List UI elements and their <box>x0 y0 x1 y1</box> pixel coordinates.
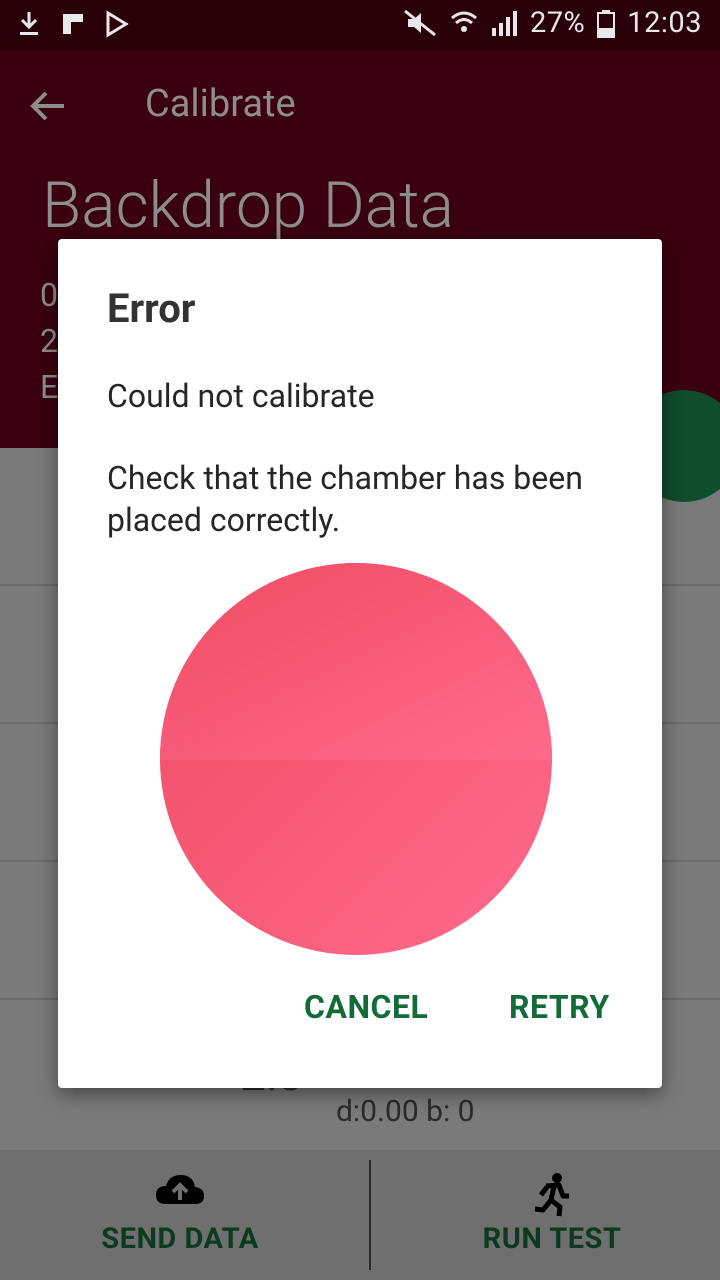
battery-percent: 27% <box>529 6 586 40</box>
page-heading: Backdrop Data <box>42 168 454 243</box>
battery-icon <box>597 10 616 38</box>
color-swatch-image <box>160 560 553 955</box>
clock: 12:03 <box>627 6 702 40</box>
list-item-details: d:0.00 b: 0 <box>336 1094 475 1129</box>
cloud-upload-icon <box>156 1175 204 1204</box>
screen: 27% 12:03 Calibrate Backdrop Data 0 2 E … <box>0 0 720 1280</box>
play-store-icon <box>106 10 129 38</box>
download-icon <box>20 12 38 35</box>
signal-icon <box>491 11 517 36</box>
flipboard-icon <box>63 14 83 34</box>
status-bar: 27% 12:03 <box>0 0 720 50</box>
send-data-button[interactable]: SEND DATA <box>0 1150 360 1280</box>
send-data-label: SEND DATA <box>101 1222 259 1256</box>
back-arrow-icon[interactable] <box>28 86 68 126</box>
wifi-icon <box>450 11 477 32</box>
run-icon <box>534 1173 569 1217</box>
header-line-3: E <box>40 368 59 406</box>
cancel-button[interactable]: CANCEL <box>304 988 428 1026</box>
error-dialog: Error Could not calibrate Check that the… <box>58 239 662 1088</box>
retry-button[interactable]: RETRY <box>509 988 610 1026</box>
dialog-detail: Check that the chamber has been placed c… <box>107 459 583 539</box>
mute-icon <box>404 9 436 37</box>
run-test-button[interactable]: RUN TEST <box>372 1150 720 1280</box>
header-line-1: 0 <box>40 276 58 314</box>
dialog-message: Could not calibrate <box>107 377 375 415</box>
app-title: Calibrate <box>145 82 296 126</box>
bottom-action-bar: SEND DATA RUN TEST <box>0 1150 720 1280</box>
header-line-2: 2 <box>40 322 58 360</box>
run-test-label: RUN TEST <box>482 1222 622 1256</box>
bottom-divider <box>369 1160 371 1270</box>
dialog-title: Error <box>107 285 196 332</box>
